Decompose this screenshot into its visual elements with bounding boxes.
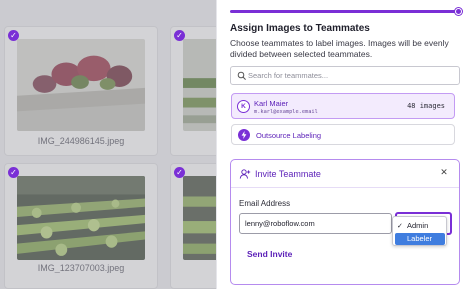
- role-option-label: Labeler: [407, 234, 433, 243]
- progress-slider-track[interactable]: [230, 10, 458, 13]
- bolt-icon: [238, 129, 250, 141]
- add-person-icon: [239, 169, 251, 179]
- image-thumbnail: [17, 39, 145, 131]
- check-icon[interactable]: ✓: [174, 30, 185, 41]
- outsource-labeling-option[interactable]: Outsource Labeling: [231, 124, 455, 145]
- image-card[interactable]: ✓: [170, 26, 216, 156]
- send-invite-button[interactable]: Send Invite: [247, 249, 292, 259]
- panel-description: Choose teammates to label images. Images…: [230, 38, 449, 59]
- close-icon[interactable]: ✕: [438, 167, 450, 179]
- panel-title: Assign Images to Teammates: [230, 23, 370, 34]
- role-option-admin[interactable]: ✓ Admin: [395, 220, 445, 232]
- image-filename: IMG_123707003.jpeg: [37, 263, 125, 273]
- email-field[interactable]: [239, 213, 392, 234]
- teammate-row-selected[interactable]: K Karl Maier m.karl@example.email 48 ima…: [231, 93, 455, 119]
- avatar: K: [237, 100, 250, 113]
- check-icon[interactable]: ✓: [8, 167, 19, 178]
- image-thumbnail: [183, 39, 216, 131]
- check-icon[interactable]: ✓: [8, 30, 19, 41]
- email-label: Email Address: [239, 199, 291, 208]
- teammate-search[interactable]: [230, 66, 460, 85]
- teammate-name: Karl Maier: [254, 99, 289, 108]
- check-icon: ✓: [397, 222, 403, 230]
- role-dropdown: ✓ Admin Labeler: [392, 216, 447, 246]
- teammate-email: m.karl@example.email: [254, 109, 318, 115]
- image-thumbnail: [17, 176, 145, 260]
- search-icon: [237, 71, 246, 80]
- image-count: 48 images: [407, 102, 445, 110]
- check-icon[interactable]: ✓: [174, 167, 185, 178]
- image-card[interactable]: ✓: [170, 163, 216, 289]
- search-input[interactable]: [248, 68, 453, 83]
- invite-header: Invite Teammate ✕: [231, 160, 459, 188]
- role-option-label: Admin: [407, 221, 429, 230]
- invite-title: Invite Teammate: [255, 169, 321, 179]
- image-thumbnail: [183, 176, 216, 260]
- progress-slider-handle[interactable]: [455, 8, 462, 15]
- image-filename: IMG_244986145.jpeg: [37, 136, 125, 146]
- outsource-label: Outsource Labeling: [256, 131, 322, 140]
- role-option-labeler[interactable]: Labeler: [395, 233, 445, 245]
